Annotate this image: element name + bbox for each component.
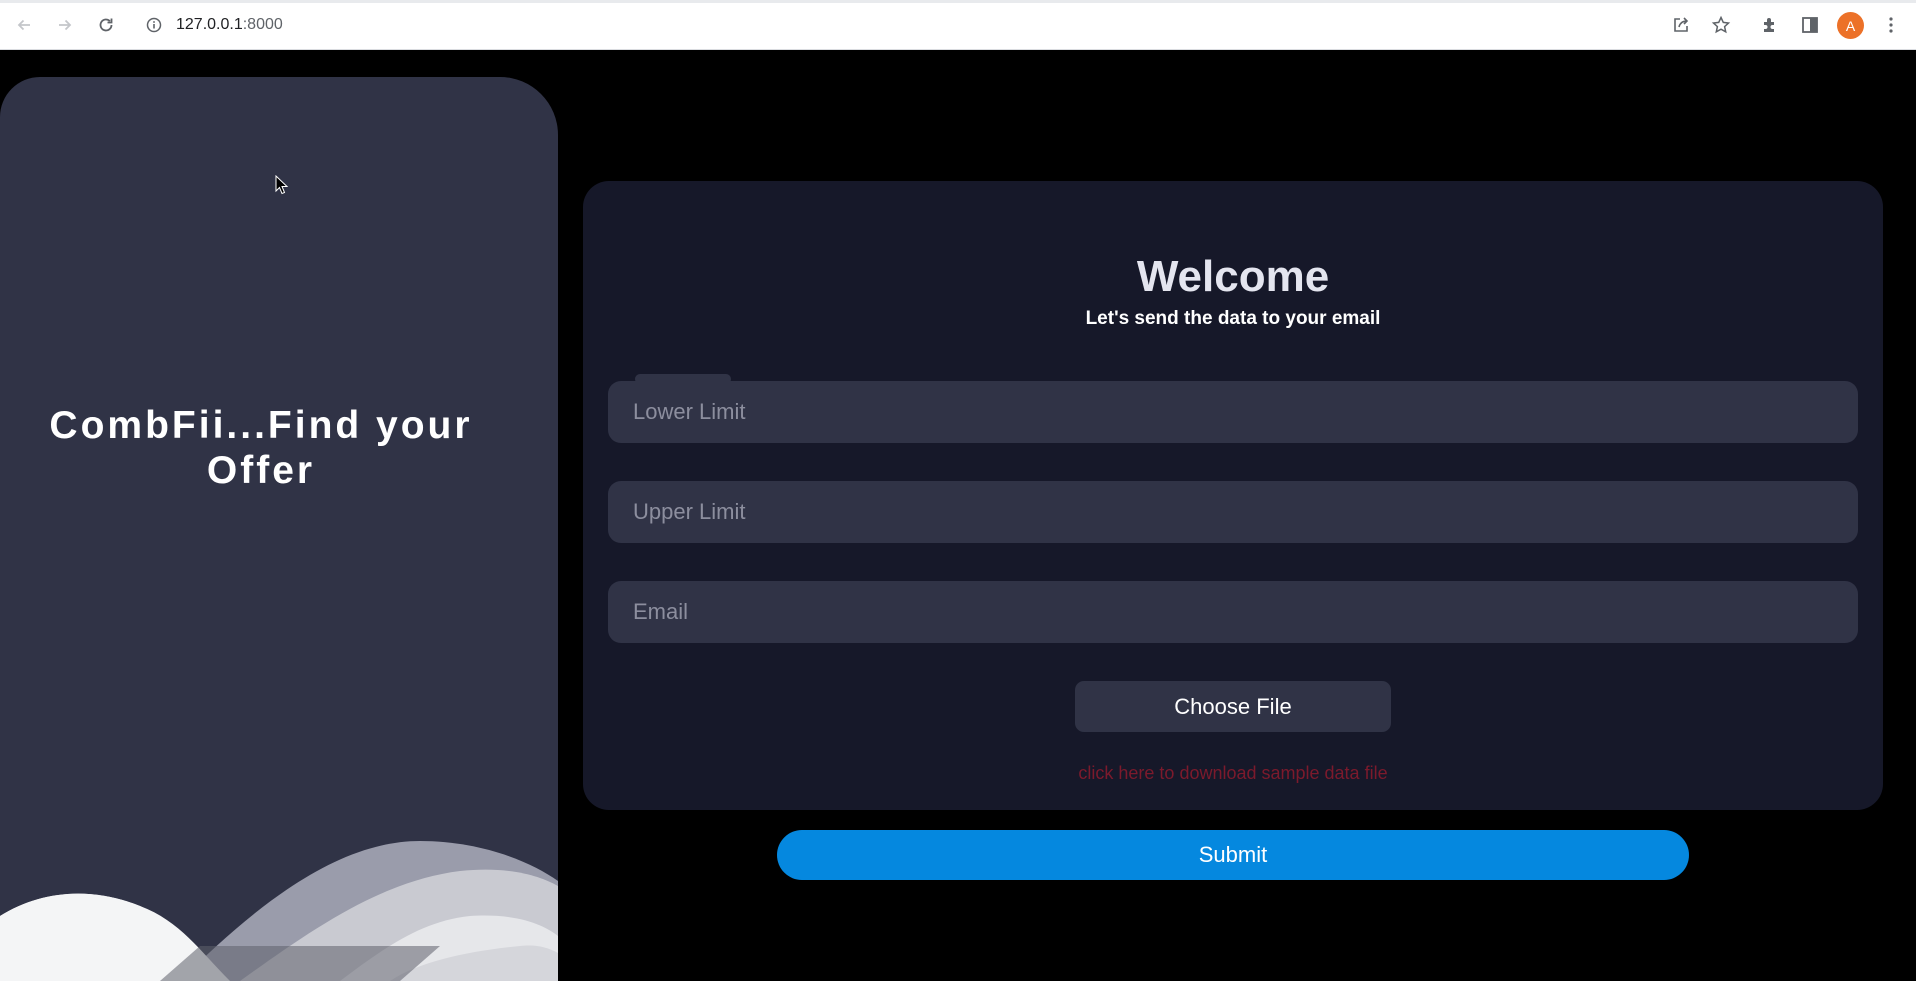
- extensions-icon[interactable]: [1758, 13, 1782, 37]
- lower-limit-input[interactable]: [608, 381, 1858, 443]
- url-port: :8000: [242, 16, 283, 33]
- browser-toolbar: 127.0.0.1:8000 A: [0, 0, 1916, 50]
- upper-limit-input[interactable]: [608, 481, 1858, 543]
- address-bar[interactable]: 127.0.0.1:8000: [176, 15, 283, 35]
- back-icon[interactable]: [12, 13, 36, 37]
- menu-icon[interactable]: [1879, 13, 1903, 37]
- form-title: Welcome: [1136, 252, 1330, 301]
- email-form-card: Welcome Let's send the data to your emai…: [583, 181, 1883, 810]
- brand-tagline: CombFii...Find your Offer: [49, 404, 473, 492]
- info-icon[interactable]: [143, 14, 165, 36]
- share-icon[interactable]: [1669, 13, 1693, 37]
- tab-strip-edge: [0, 0, 1916, 3]
- reload-icon[interactable]: [94, 13, 118, 37]
- wave-decoration: [0, 841, 558, 981]
- choose-file-button[interactable]: Choose File: [1075, 681, 1391, 732]
- sample-data-link[interactable]: click here to download sample data file: [583, 762, 1883, 784]
- submit-button[interactable]: Submit: [777, 830, 1689, 880]
- mouse-cursor-icon: [275, 175, 289, 195]
- profile-avatar[interactable]: A: [1837, 12, 1864, 39]
- side-panel-icon[interactable]: [1798, 13, 1822, 37]
- brand-panel: CombFii...Find your Offer: [0, 77, 558, 981]
- star-icon[interactable]: [1709, 13, 1733, 37]
- form-subtitle: Let's send the data to your email: [1085, 308, 1381, 329]
- url-host: 127.0.0.1: [176, 16, 243, 33]
- forward-icon[interactable]: [53, 13, 77, 37]
- email-input[interactable]: [608, 581, 1858, 643]
